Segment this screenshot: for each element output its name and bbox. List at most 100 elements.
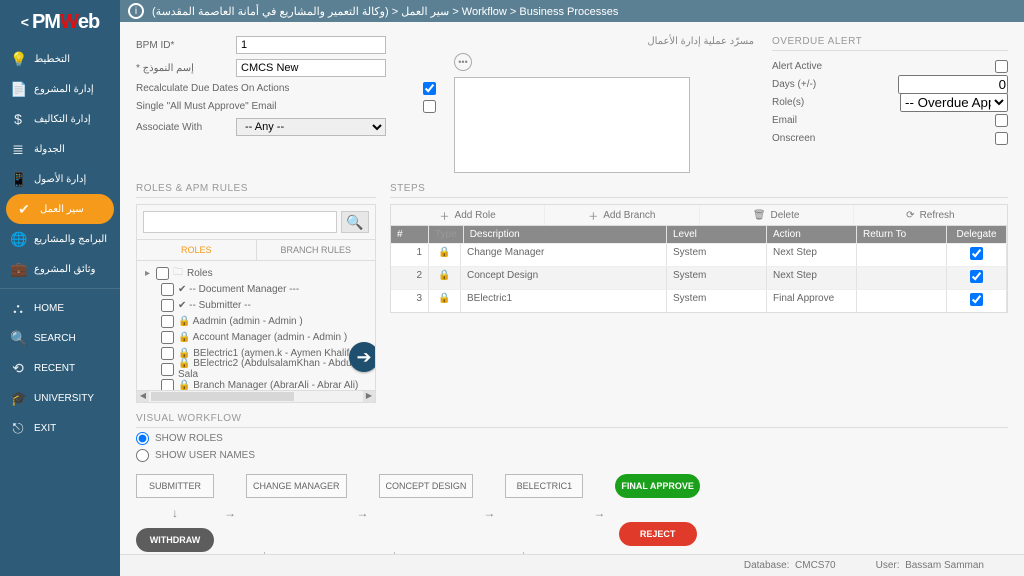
alert-days-input[interactable] <box>898 75 1008 94</box>
role-checkbox[interactable] <box>161 347 174 360</box>
role-checkbox[interactable] <box>161 331 174 344</box>
flow-canvas[interactable] <box>454 77 690 173</box>
alert-email-checkbox[interactable] <box>995 114 1008 127</box>
footer-user-value: Bassam Samman <box>905 560 984 571</box>
role-item[interactable]: ✔ -- Submitter -- <box>161 297 369 313</box>
name-label: إسم النموذج * <box>136 63 230 74</box>
role-item[interactable]: ✔ -- Document Manager --- <box>161 281 369 297</box>
scroll-thumb[interactable] <box>151 392 294 401</box>
tab-roles[interactable]: ROLES <box>137 240 257 260</box>
footer-user-label: User: <box>876 560 900 571</box>
sidebar-item-4[interactable]: 📱إدارة الأصول <box>0 164 120 194</box>
associate-select[interactable]: -- Any -- <box>236 118 386 136</box>
move-right-fab[interactable]: ➔ <box>349 342 376 372</box>
sidebar-item-7[interactable]: 💼 وثائق المشروع <box>0 254 120 284</box>
recalc-label: Recalculate Due Dates On Actions <box>136 83 346 94</box>
nav-icon: 🎓 <box>10 390 26 407</box>
nav-icon: $ <box>10 111 26 127</box>
col-delegate[interactable]: Delegate <box>947 226 1007 243</box>
sidebar-item-5[interactable]: ✔سير العمل <box>6 194 114 224</box>
sidebar-bottom-exit[interactable]: ⎋EXIT <box>0 413 120 443</box>
sidebar-item-1[interactable]: 📄إدارة المشروع <box>0 74 120 104</box>
scroll-right-icon[interactable]: ▶ <box>363 391 375 402</box>
table-row[interactable]: 3🔒BElectric1SystemFinal Approve <box>391 289 1007 312</box>
sidebar-bottom-university[interactable]: 🎓UNIVERSITY <box>0 383 120 413</box>
sidebar-item-0[interactable]: 💡التخطيط <box>0 44 120 74</box>
scroll-left-icon[interactable]: ◀ <box>137 391 149 402</box>
alert-onscreen-label: Onscreen <box>772 133 882 144</box>
role-item[interactable]: 🔒 Account Manager (admin - Admin ) <box>161 329 369 345</box>
add-role-button[interactable]: ＋Add Role <box>391 205 545 225</box>
col-return[interactable]: Return To <box>857 226 947 243</box>
role-checkbox[interactable] <box>161 379 174 392</box>
nav-label: وثائق المشروع <box>34 264 95 275</box>
delegate-checkbox[interactable] <box>970 270 983 283</box>
refresh-icon: ⟳ <box>906 210 914 221</box>
sidebar-bottom-search[interactable]: 🔍SEARCH <box>0 323 120 353</box>
sidebar-item-3[interactable]: ≣الجدولة <box>0 134 120 164</box>
alert-roles-select[interactable]: -- Overdue Approver -- <box>900 93 1008 112</box>
roles-search-button[interactable]: 🔍 <box>341 211 369 233</box>
single-approve-checkbox[interactable] <box>423 100 436 113</box>
alert-active-checkbox[interactable] <box>995 60 1008 73</box>
node-final-approve[interactable]: FINAL APPROVE <box>615 474 700 498</box>
col-type[interactable]: Type <box>429 226 464 243</box>
refresh-button[interactable]: ⟳Refresh <box>854 205 1007 225</box>
table-row[interactable]: 1🔒Change ManagerSystemNext Step <box>391 243 1007 266</box>
tab-branch-rules[interactable]: BRANCH RULES <box>257 240 376 260</box>
steps-panel: STEPS ＋Add Role ＋Add Branch 🗑Delete ⟳Ref… <box>390 183 1008 403</box>
role-checkbox[interactable] <box>161 283 174 296</box>
roles-tree[interactable]: ▸🗀Roles ✔ -- Document Manager --- ✔ -- S… <box>136 261 376 391</box>
role-item[interactable]: 🔒 Branch Manager (AbrarAli - Abrar Ali) <box>161 377 369 391</box>
tree-caret-icon[interactable]: ▸ <box>143 268 152 279</box>
sidebar-bottom-recent[interactable]: ⟲RECENT <box>0 353 120 383</box>
node-reject[interactable]: REJECT <box>619 522 697 546</box>
arrow-right-icon: → <box>357 506 369 520</box>
nav-label: SEARCH <box>34 333 76 344</box>
node-belectric1[interactable]: BELECTRIC1 <box>505 474 583 498</box>
node-concept-design[interactable]: CONCEPT DESIGN <box>379 474 474 498</box>
delegate-checkbox[interactable] <box>970 293 983 306</box>
lock-icon: 🔒 <box>429 267 461 289</box>
alert-onscreen-checkbox[interactable] <box>995 132 1008 145</box>
steps-panel-title: STEPS <box>390 183 1008 198</box>
delete-button[interactable]: 🗑Delete <box>700 205 854 225</box>
col-action[interactable]: Action <box>767 226 857 243</box>
recalc-checkbox[interactable] <box>423 82 436 95</box>
alert-days-label: Days (+/-) <box>772 79 882 90</box>
roles-hscrollbar[interactable]: ◀ ▶ <box>136 391 376 403</box>
sidebar-bottom-home[interactable]: ⛬HOME <box>0 293 120 323</box>
tree-root-checkbox[interactable] <box>156 267 169 280</box>
node-change-manager[interactable]: CHANGE MANAGER <box>246 474 347 498</box>
delegate-checkbox[interactable] <box>970 247 983 260</box>
show-roles-radio[interactable]: SHOW ROLES <box>136 432 1008 445</box>
name-input[interactable] <box>236 59 386 77</box>
footer-db-value: CMCS70 <box>795 560 836 571</box>
roles-search-input[interactable] <box>143 211 337 233</box>
reject-connectors <box>264 552 524 554</box>
sidebar-item-2[interactable]: $ إدارة التكاليف <box>0 104 120 134</box>
col-number[interactable]: # <box>391 226 429 243</box>
table-row[interactable]: 2🔒Concept DesignSystemNext Step <box>391 266 1007 289</box>
info-icon[interactable]: i <box>128 3 144 19</box>
nav-label: إدارة التكاليف <box>34 114 91 125</box>
ellipsis-icon[interactable]: ••• <box>454 53 472 71</box>
role-checkbox[interactable] <box>161 315 174 328</box>
role-checkbox[interactable] <box>161 363 174 376</box>
bpm-id-input[interactable] <box>236 36 386 54</box>
node-withdraw[interactable]: WITHDRAW <box>136 528 214 552</box>
trash-icon: 🗑 <box>753 210 766 221</box>
node-submitter[interactable]: SUBMITTER <box>136 474 214 498</box>
col-description[interactable]: Description <box>464 226 667 243</box>
add-branch-button[interactable]: ＋Add Branch <box>545 205 699 225</box>
plus-icon: ＋ <box>440 208 450 223</box>
col-level[interactable]: Level <box>667 226 767 243</box>
sidebar-item-6[interactable]: 🌐البرامج والمشاريع <box>0 224 120 254</box>
nav-icon: 💼 <box>10 261 26 278</box>
role-label: ✔ -- Submitter -- <box>178 300 251 311</box>
role-item[interactable]: 🔒 Aadmin (admin - Admin ) <box>161 313 369 329</box>
nav-icon: 📱 <box>10 171 26 188</box>
role-checkbox[interactable] <box>161 299 174 312</box>
show-users-radio[interactable]: SHOW USER NAMES <box>136 449 1008 462</box>
role-item[interactable]: 🔒 BElectric2 (AbdulsalamKhan - Abdul Sal… <box>161 361 369 377</box>
